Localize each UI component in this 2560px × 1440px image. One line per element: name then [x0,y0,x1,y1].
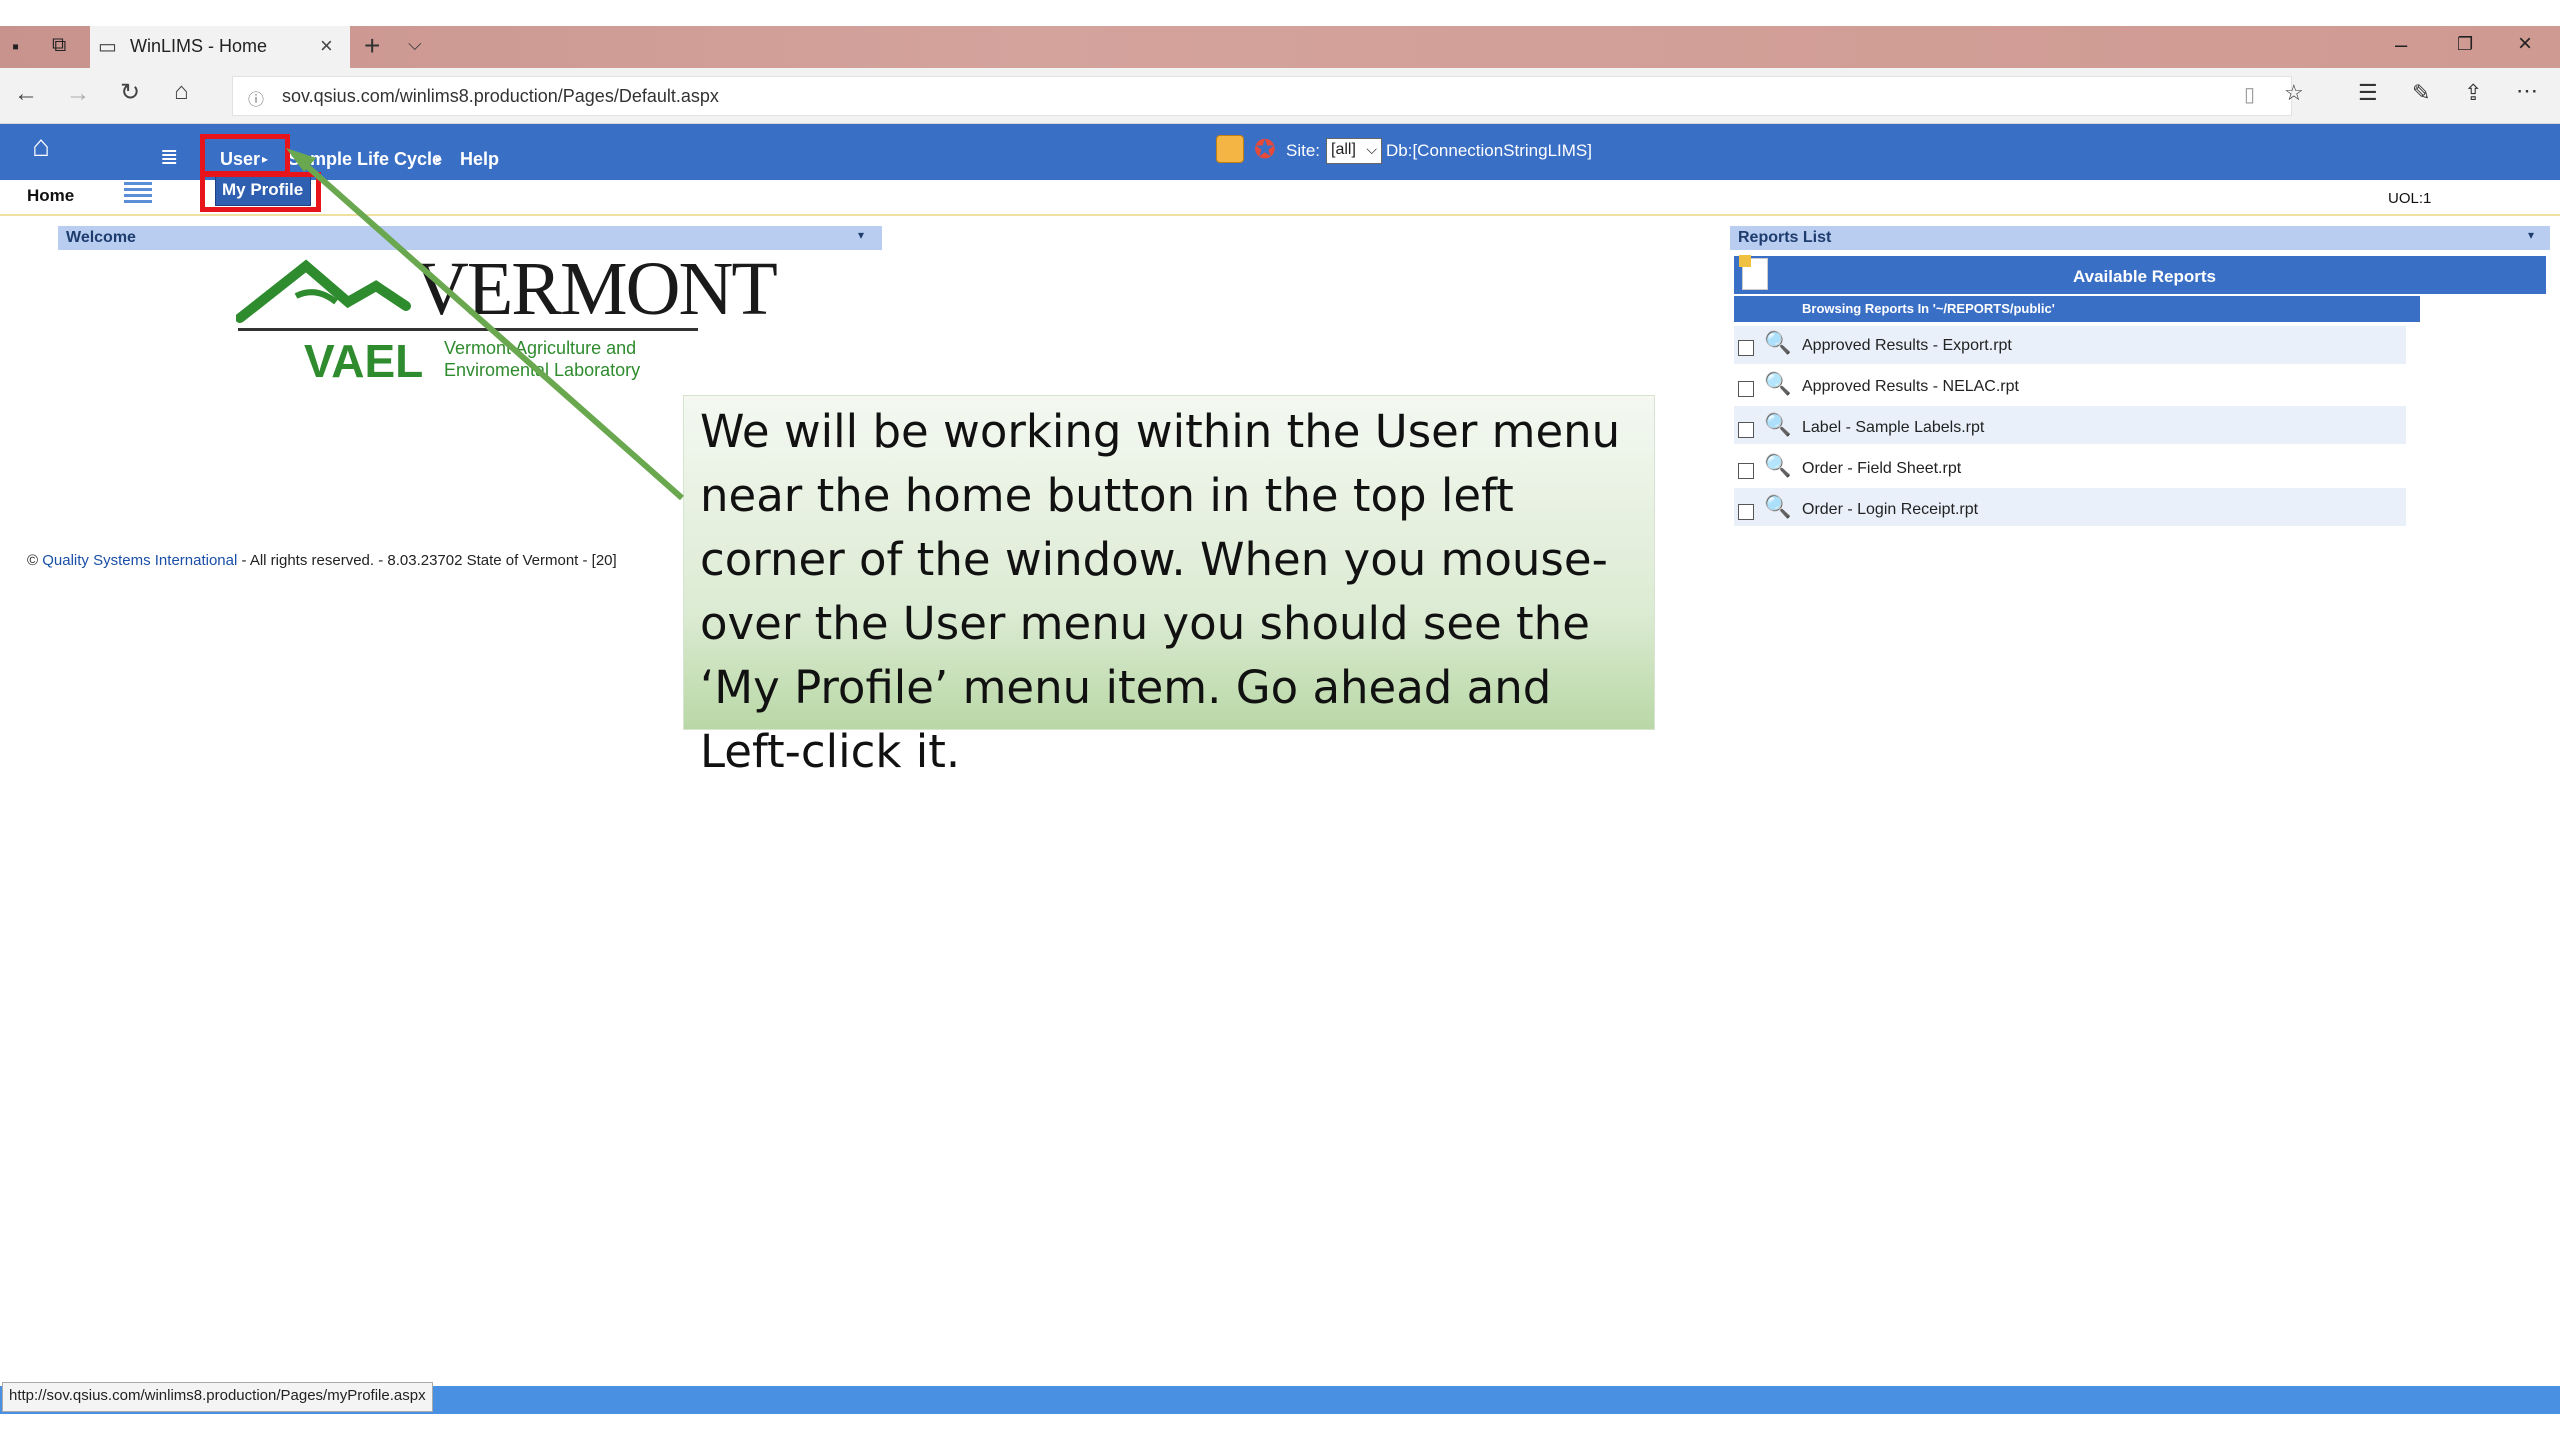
status-link-url: http://sov.qsius.com/winlims8.production… [2,1382,433,1412]
pointer-arrow-icon [286,148,684,501]
